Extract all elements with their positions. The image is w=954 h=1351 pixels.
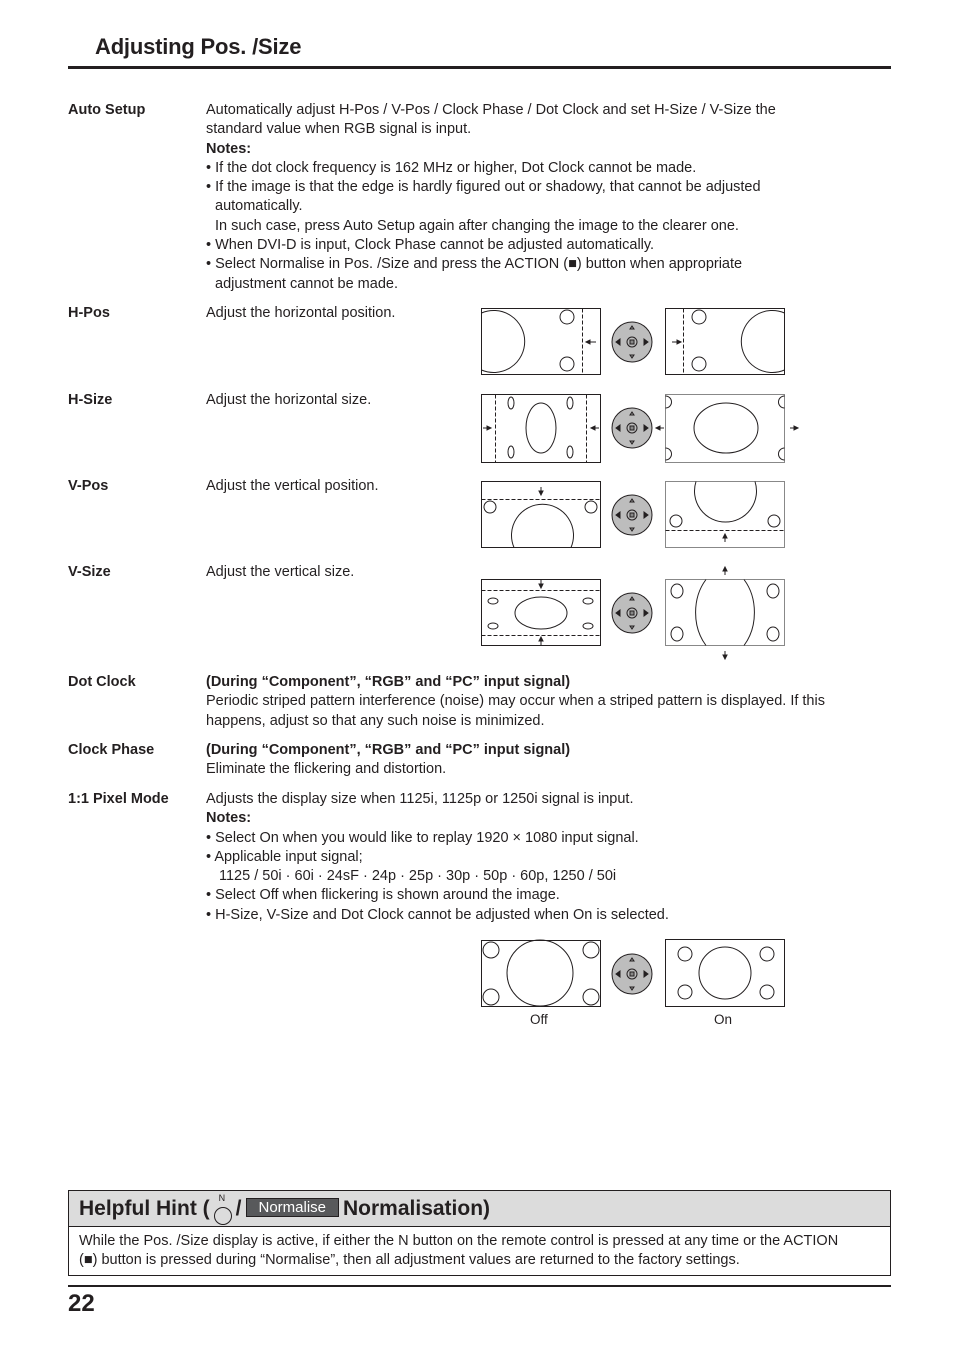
clock-phase-heading: (During “Component”, “RGB” and “PC” inpu… bbox=[206, 742, 571, 758]
term-clock-phase: Clock Phase bbox=[68, 742, 155, 758]
h-pos-arrow-right-icon bbox=[672, 339, 683, 345]
n-button-icon: N bbox=[213, 1193, 232, 1226]
page-number: 22 bbox=[68, 1290, 95, 1317]
caption-off: Off bbox=[530, 1012, 548, 1027]
desc-line: Periodic striped pattern interference (n… bbox=[206, 693, 825, 710]
hint-header: Helpful Hint ( N / Normalise Normalisation) bbox=[69, 1191, 890, 1227]
remote-dpad-icon bbox=[611, 321, 653, 363]
n-button-label: N bbox=[218, 1193, 226, 1204]
normalise-label-box: Normalise bbox=[245, 1198, 340, 1217]
h-pos-arrow-left-icon bbox=[584, 339, 596, 345]
note-item: H-Size, V-Size and Dot Clock cannot be a… bbox=[206, 906, 891, 925]
adjustment-illustrations bbox=[481, 308, 800, 661]
h-pos-before-screen bbox=[481, 308, 601, 375]
term-h-size: H-Size bbox=[68, 392, 113, 408]
desc-line: Eliminate the flickering and distortion. bbox=[206, 761, 447, 778]
h-pos-after-screen bbox=[665, 308, 785, 375]
pixel-mode-on-screen bbox=[665, 939, 785, 1007]
note-continuation: In such case, press Auto Setup again aft… bbox=[215, 217, 739, 234]
note-item: Select Off when flickering is shown arou… bbox=[206, 886, 891, 905]
circle-shape bbox=[213, 1207, 232, 1226]
desc-line: standard value when RGB signal is input. bbox=[206, 121, 472, 138]
v-pos-arrow-up-icon bbox=[722, 532, 728, 542]
desc-pixel-mode: Adjusts the display size when 1125i, 112… bbox=[206, 790, 891, 925]
hint-body-line: While the Pos. /Size display is active, … bbox=[79, 1233, 839, 1249]
desc-line: Automatically adjust H-Pos / V-Pos / Clo… bbox=[206, 102, 776, 118]
hint-title-prefix: Helpful Hint ( bbox=[79, 1197, 210, 1220]
term-v-pos: V-Pos bbox=[68, 478, 109, 494]
desc-auto-setup: Automatically adjust H-Pos / V-Pos / Clo… bbox=[206, 101, 891, 294]
note-continuation: 1125 / 50i · 60i · 24sF · 24p · 25p · 30… bbox=[219, 868, 617, 885]
pixel-mode-illustration bbox=[481, 939, 785, 1007]
notes-label: Notes: bbox=[206, 140, 252, 157]
hint-title-suffix: Normalisation) bbox=[343, 1197, 491, 1220]
notes-label: Notes: bbox=[206, 810, 252, 827]
hint-body-line: (■) button is pressed during “Normalise”… bbox=[79, 1252, 740, 1268]
desc-clock-phase: (During “Component”, “RGB” and “PC” inpu… bbox=[206, 741, 891, 780]
term-h-pos: H-Pos bbox=[68, 305, 110, 321]
page-title: Adjusting Pos. /Size bbox=[95, 34, 302, 59]
hint-body: While the Pos. /Size display is active, … bbox=[69, 1227, 890, 1275]
remote-dpad-icon bbox=[611, 494, 653, 536]
desc-line: Adjusts the display size when 1125i, 112… bbox=[206, 791, 634, 807]
term-dot-clock: Dot Clock bbox=[68, 674, 136, 690]
hint-slash: / bbox=[235, 1197, 242, 1220]
v-size-after-screen bbox=[665, 579, 785, 646]
note-item: If the dot clock frequency is 162 MHz or… bbox=[206, 159, 891, 178]
desc-dot-clock: (During “Component”, “RGB” and “PC” inpu… bbox=[206, 673, 891, 731]
remote-dpad-icon bbox=[611, 592, 653, 634]
note-item: If the image is that the edge is hardly … bbox=[206, 178, 891, 197]
h-size-after-screen bbox=[665, 394, 785, 463]
note-continuation: adjustment cannot be made. bbox=[215, 275, 398, 292]
hint-title: Helpful Hint ( N / Normalise Normalisation) bbox=[79, 1193, 491, 1226]
footer-rule bbox=[68, 1285, 891, 1287]
note-continuation: automatically. bbox=[215, 198, 303, 215]
title-rule bbox=[68, 66, 891, 69]
term-auto-setup: Auto Setup bbox=[68, 102, 146, 118]
caption-on: On bbox=[714, 1012, 733, 1027]
v-size-before-screen bbox=[481, 579, 601, 646]
note-item: Select On when you would like to replay … bbox=[206, 829, 891, 848]
h-size-before-screen bbox=[481, 394, 601, 463]
helpful-hint-box: Helpful Hint (N / Normalise Normalisation) … bbox=[68, 1190, 891, 1276]
desc-line: happens, adjust so that any such noise i… bbox=[206, 712, 545, 729]
note-item: Select Normalise in Pos. /Size and press… bbox=[206, 255, 891, 274]
remote-dpad-icon bbox=[611, 407, 653, 449]
remote-dpad-icon bbox=[611, 953, 653, 995]
term-v-size: V-Size bbox=[68, 564, 111, 580]
note-item: Applicable input signal; bbox=[206, 848, 891, 867]
v-pos-arrow-down-icon bbox=[538, 487, 544, 497]
term-pixel-mode: 1:1 Pixel Mode bbox=[68, 791, 169, 807]
pixel-mode-off-screen bbox=[481, 939, 601, 1007]
note-item: When DVI-D is input, Clock Phase cannot … bbox=[206, 236, 891, 255]
dot-clock-heading: (During “Component”, “RGB” and “PC” inpu… bbox=[206, 674, 571, 690]
